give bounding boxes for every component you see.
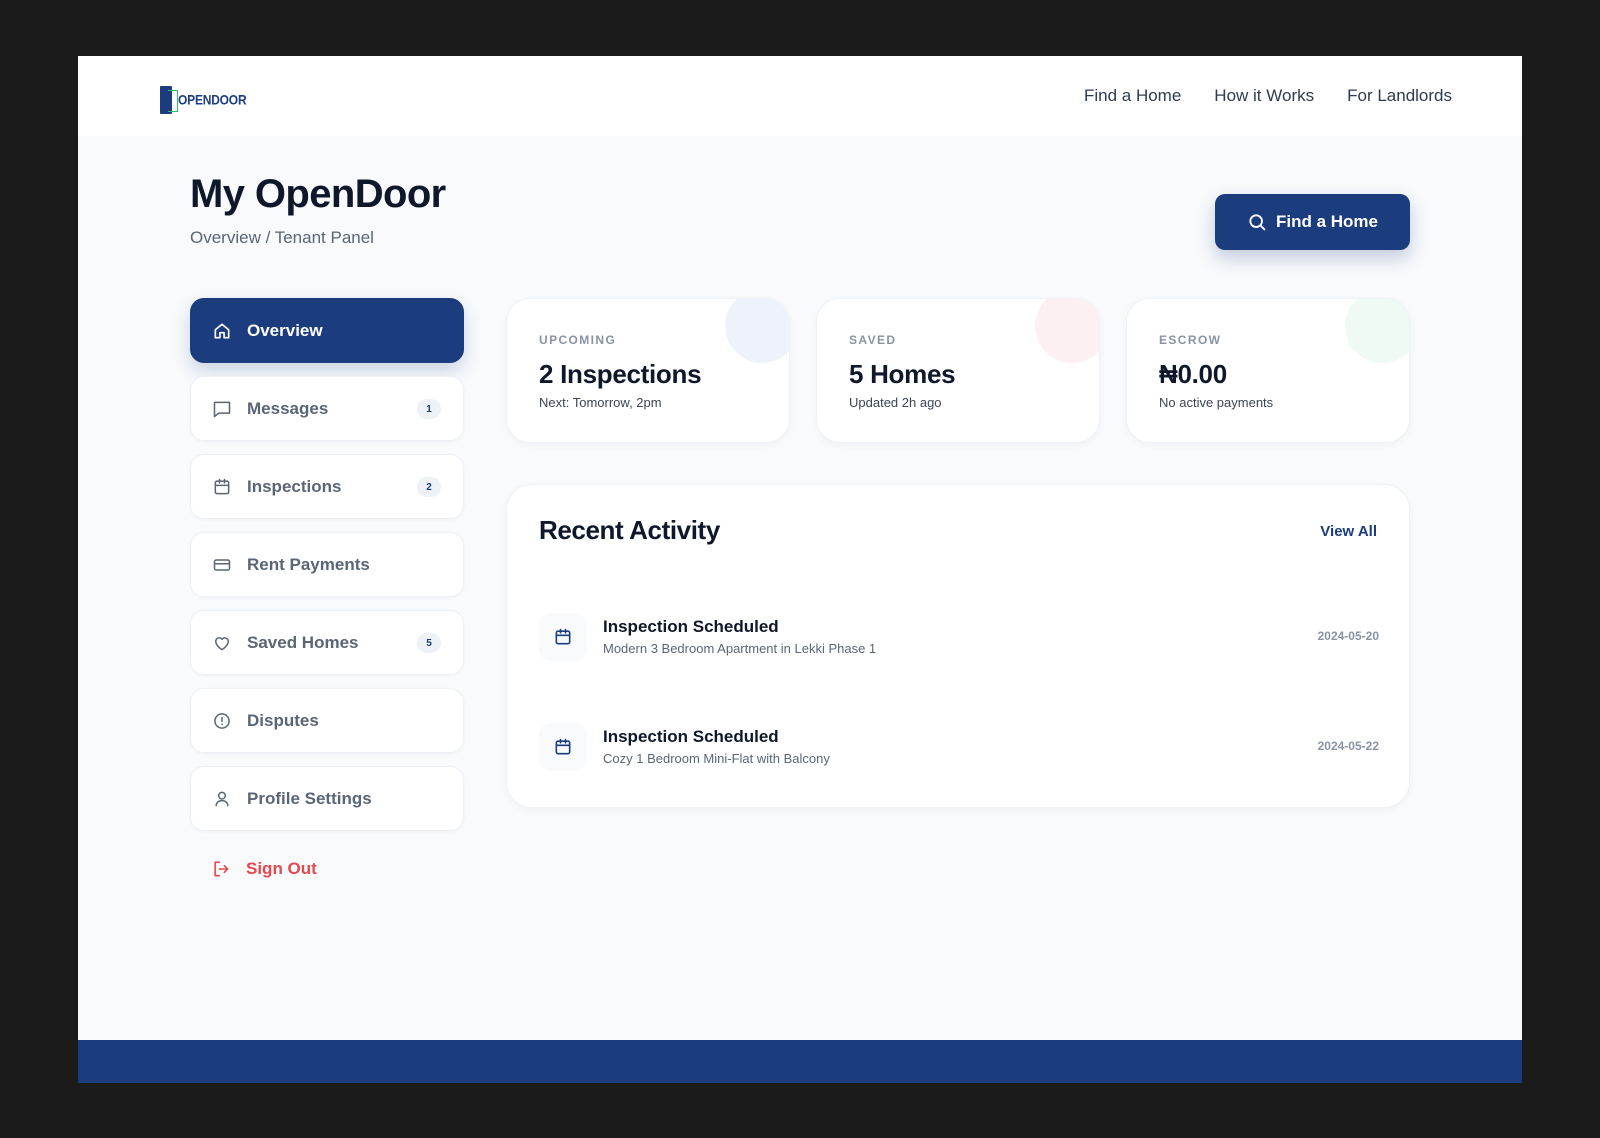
sidebar-item-label: Profile Settings bbox=[247, 788, 372, 808]
footer-band bbox=[78, 1040, 1522, 1083]
nav-link-find-a-home[interactable]: Find a Home bbox=[1084, 86, 1181, 106]
sidebar-item-label: Rent Payments bbox=[247, 554, 370, 574]
search-icon bbox=[1249, 214, 1266, 231]
sidebar-item-messages[interactable]: Messages 1 bbox=[190, 376, 464, 441]
sidebar-item-label: Disputes bbox=[247, 710, 319, 730]
user-icon bbox=[211, 788, 233, 810]
calendar-icon bbox=[211, 476, 233, 498]
activity-date: 2024-05-22 bbox=[1317, 739, 1379, 753]
sidebar-item-label: Messages bbox=[247, 398, 329, 418]
stat-label: SAVED bbox=[849, 333, 897, 347]
sidebar-item-label: Inspections bbox=[247, 476, 342, 496]
stat-subtext: Next: Tomorrow, 2pm bbox=[539, 395, 662, 410]
count-badge: 1 bbox=[417, 399, 441, 419]
logo-text: OPENDOOR bbox=[178, 91, 247, 109]
message-icon bbox=[211, 398, 233, 420]
stat-label: UPCOMING bbox=[539, 333, 617, 347]
sidebar-item-label: Overview bbox=[247, 320, 323, 340]
nav-link-for-landlords[interactable]: For Landlords bbox=[1347, 86, 1452, 106]
sidebar-item-saved-homes[interactable]: Saved Homes 5 bbox=[190, 610, 464, 675]
activity-description: Cozy 1 Bedroom Mini-Flat with Balcony bbox=[603, 751, 830, 766]
page-title: My OpenDoor bbox=[190, 172, 446, 216]
card-decoration bbox=[1035, 299, 1099, 363]
calendar-icon bbox=[539, 723, 587, 771]
activity-item[interactable]: Inspection Scheduled Cozy 1 Bedroom Mini… bbox=[539, 723, 1379, 773]
sidebar: Overview Messages 1 Inspections 2 Rent P… bbox=[190, 298, 464, 889]
sign-out-button[interactable]: Sign Out bbox=[190, 849, 464, 889]
top-navbar: OPENDOOR Find a Home How it Works For La… bbox=[78, 56, 1522, 136]
activity-item[interactable]: Inspection Scheduled Modern 3 Bedroom Ap… bbox=[539, 613, 1379, 663]
sidebar-item-overview[interactable]: Overview bbox=[190, 298, 464, 363]
card-decoration bbox=[1345, 299, 1409, 363]
credit-card-icon bbox=[211, 554, 233, 576]
stat-card-saved[interactable]: SAVED 5 Homes Updated 2h ago bbox=[816, 298, 1100, 443]
view-all-link[interactable]: View All bbox=[1320, 523, 1377, 540]
sign-out-label: Sign Out bbox=[246, 859, 317, 878]
sidebar-item-disputes[interactable]: Disputes bbox=[190, 688, 464, 753]
sidebar-item-label: Saved Homes bbox=[247, 632, 359, 652]
door-logo-icon bbox=[160, 86, 178, 114]
stat-subtext: No active payments bbox=[1159, 395, 1274, 410]
count-badge: 5 bbox=[417, 633, 441, 653]
logo[interactable]: OPENDOOR bbox=[160, 86, 247, 114]
recent-activity-panel: Recent Activity View All Inspection Sche… bbox=[506, 484, 1410, 808]
breadcrumb: Overview / Tenant Panel bbox=[190, 228, 374, 247]
heart-icon bbox=[211, 632, 233, 654]
count-badge: 2 bbox=[417, 477, 441, 497]
find-a-home-button[interactable]: Find a Home bbox=[1215, 194, 1410, 250]
nav-links: Find a Home How it Works For Landlords bbox=[1084, 86, 1452, 106]
sidebar-item-inspections[interactable]: Inspections 2 bbox=[190, 454, 464, 519]
activity-description: Modern 3 Bedroom Apartment in Lekki Phas… bbox=[603, 641, 877, 656]
stat-card-escrow[interactable]: ESCROW ₦0.00 No active payments bbox=[1126, 298, 1410, 443]
logout-icon bbox=[210, 858, 232, 880]
stat-subtext: Updated 2h ago bbox=[849, 395, 942, 410]
activity-date: 2024-05-20 bbox=[1317, 629, 1379, 643]
recent-activity-title: Recent Activity bbox=[539, 515, 720, 545]
activity-title: Inspection Scheduled bbox=[603, 727, 779, 746]
home-icon bbox=[211, 320, 233, 342]
sidebar-item-profile-settings[interactable]: Profile Settings bbox=[190, 766, 464, 831]
sidebar-item-rent-payments[interactable]: Rent Payments bbox=[190, 532, 464, 597]
card-decoration bbox=[725, 299, 789, 363]
stat-label: ESCROW bbox=[1159, 333, 1222, 347]
stat-value: 5 Homes bbox=[849, 359, 956, 389]
activity-title: Inspection Scheduled bbox=[603, 617, 779, 636]
alert-circle-icon bbox=[211, 710, 233, 732]
app-window: OPENDOOR Find a Home How it Works For La… bbox=[78, 56, 1522, 1083]
stat-card-upcoming[interactable]: UPCOMING 2 Inspections Next: Tomorrow, 2… bbox=[506, 298, 790, 443]
calendar-icon bbox=[539, 613, 587, 661]
find-a-home-button-label: Find a Home bbox=[1275, 212, 1378, 231]
nav-link-how-it-works[interactable]: How it Works bbox=[1214, 86, 1314, 106]
stat-value: ₦0.00 bbox=[1159, 359, 1227, 389]
stat-value: 2 Inspections bbox=[539, 359, 702, 389]
